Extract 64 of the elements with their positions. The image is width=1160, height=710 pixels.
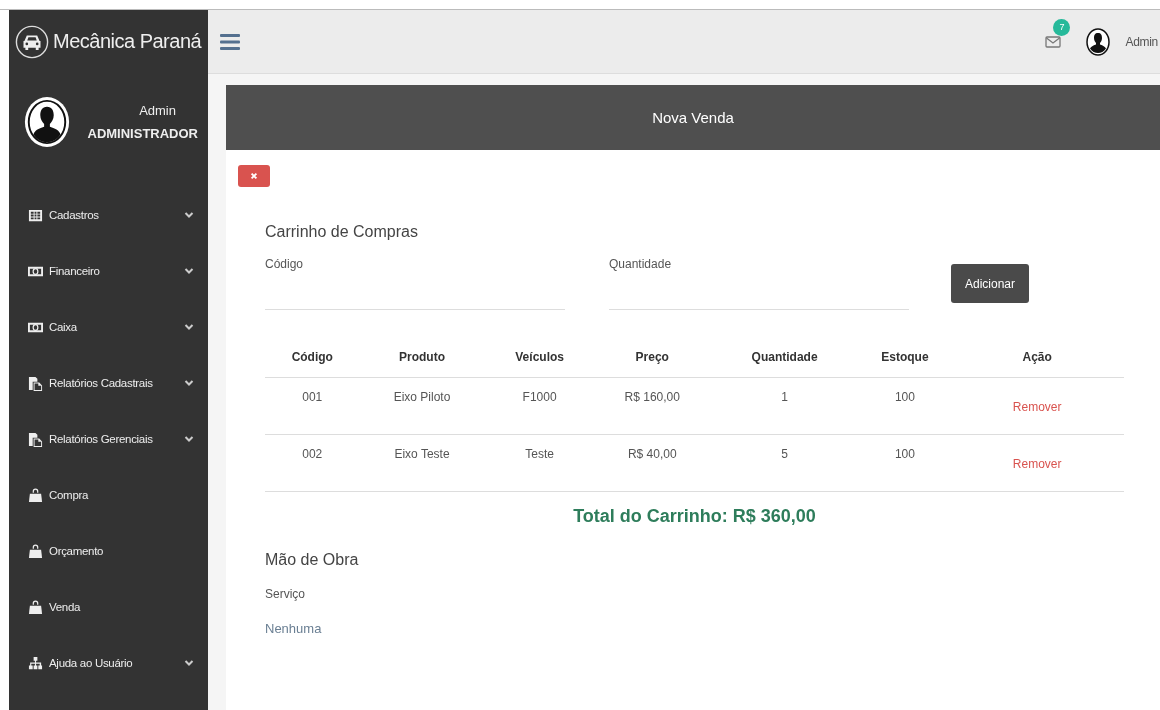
panel-title: Nova Venda: [652, 109, 734, 126]
sidebar-item[interactable]: Orçamento: [9, 523, 208, 579]
chevron-down-icon: [184, 658, 194, 668]
table-cell: F1000: [484, 377, 595, 435]
table-cell: 002: [265, 434, 360, 492]
field-value: Nenhuma: [265, 621, 323, 636]
column-header: Estoque: [859, 336, 951, 378]
field-label: Serviço: [265, 587, 306, 601]
table-cell: 5: [709, 434, 860, 492]
chevron-down-icon: [184, 434, 194, 444]
table-cell: 100: [859, 377, 951, 435]
remove-link[interactable]: Remover: [1012, 457, 1062, 471]
sidebar-item[interactable]: Venda: [9, 579, 208, 635]
chevron-down-icon: [184, 266, 194, 276]
column-header: Ação: [950, 336, 1124, 378]
sidebar-item[interactable]: Compra: [9, 467, 208, 523]
field-label: Código: [265, 257, 305, 271]
grid-icon: [28, 207, 43, 223]
documents-icon: [28, 431, 43, 447]
column-header: Veículos: [484, 336, 595, 378]
envelope-icon[interactable]: [1045, 34, 1062, 49]
documents-icon: [28, 375, 43, 391]
chevron-down-icon: [184, 210, 194, 220]
sidebar-item[interactable]: Relatórios Cadastrais: [9, 355, 208, 411]
field-label: Quantidade: [609, 257, 673, 271]
table-cell: 001: [265, 377, 360, 435]
sidebar-item[interactable]: Ajuda ao Usuário: [9, 635, 208, 691]
user-name: Admin: [139, 103, 176, 118]
shopping-bag-icon: [28, 599, 43, 615]
avatar-icon: [1085, 27, 1112, 56]
sidebar-item[interactable]: Relatórios Gerenciais: [9, 411, 208, 467]
section-title: Mão de Obra: [265, 551, 360, 569]
sitemap-icon: [28, 655, 43, 671]
table-cell: R$ 40,00: [594, 434, 710, 492]
cart-total: Total do Carrinho: R$ 360,00: [572, 506, 817, 527]
notification-badge: 7: [1053, 18, 1071, 36]
chevron-down-icon: [184, 378, 194, 388]
shopping-bag-icon: [28, 543, 43, 559]
table-cell: 100: [859, 434, 951, 492]
add-button[interactable]: Adicionar: [951, 264, 1030, 303]
close-icon: [250, 172, 258, 180]
close-button[interactable]: [238, 165, 270, 187]
table-cell: Eixo Teste: [359, 434, 485, 492]
car-icon: [15, 24, 49, 59]
column-header: Preço: [594, 336, 710, 378]
table-cell: R$ 160,00: [594, 377, 710, 435]
remove-link[interactable]: Remover: [1012, 400, 1062, 414]
shopping-bag-icon: [28, 487, 43, 503]
brand-title[interactable]: Mecânica Paraná: [53, 30, 202, 53]
user-role: ADMINISTRADOR: [87, 126, 198, 141]
menu-icon[interactable]: [220, 32, 240, 51]
avatar-icon: [23, 94, 71, 150]
column-header: Código: [265, 336, 360, 378]
user-name[interactable]: Admin: [1125, 34, 1158, 49]
section-title: Carrinho de Compras: [265, 223, 419, 241]
column-header: Produto: [359, 336, 485, 378]
table-cell: Teste: [484, 434, 595, 492]
chevron-down-icon: [184, 322, 194, 332]
column-header: Quantidade: [709, 336, 860, 378]
sidebar-item[interactable]: Caixa: [9, 299, 208, 355]
sidebar-item[interactable]: Cadastros: [9, 187, 208, 243]
table-cell: 1: [709, 377, 860, 435]
sidebar-item[interactable]: Financeiro: [9, 243, 208, 299]
table-cell: Eixo Piloto: [359, 377, 485, 435]
